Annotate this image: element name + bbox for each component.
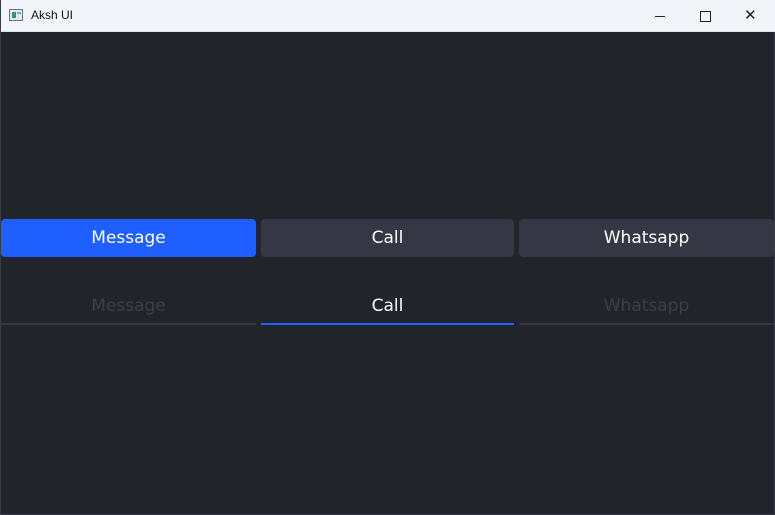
segment-message-button[interactable]: Message: [1, 219, 256, 257]
close-icon: ✕: [744, 6, 757, 24]
title-bar[interactable]: Aksh UI ✕: [1, 0, 775, 32]
tab-whatsapp[interactable]: Whatsapp: [519, 288, 774, 325]
maximize-button[interactable]: [682, 0, 728, 32]
tab-message[interactable]: Message: [1, 288, 256, 325]
maximize-icon: [700, 11, 711, 22]
close-button[interactable]: ✕: [728, 0, 774, 32]
app-window: Aksh UI ✕ Message Call Whatsapp Message …: [0, 0, 775, 515]
minimize-icon: [655, 16, 665, 17]
app-window-icon: [9, 9, 23, 21]
minimize-button[interactable]: [637, 0, 683, 32]
window-title: Aksh UI: [31, 8, 74, 22]
tab-call[interactable]: Call: [261, 288, 514, 325]
segment-call-button[interactable]: Call: [261, 219, 514, 257]
segment-whatsapp-button[interactable]: Whatsapp: [519, 219, 774, 257]
